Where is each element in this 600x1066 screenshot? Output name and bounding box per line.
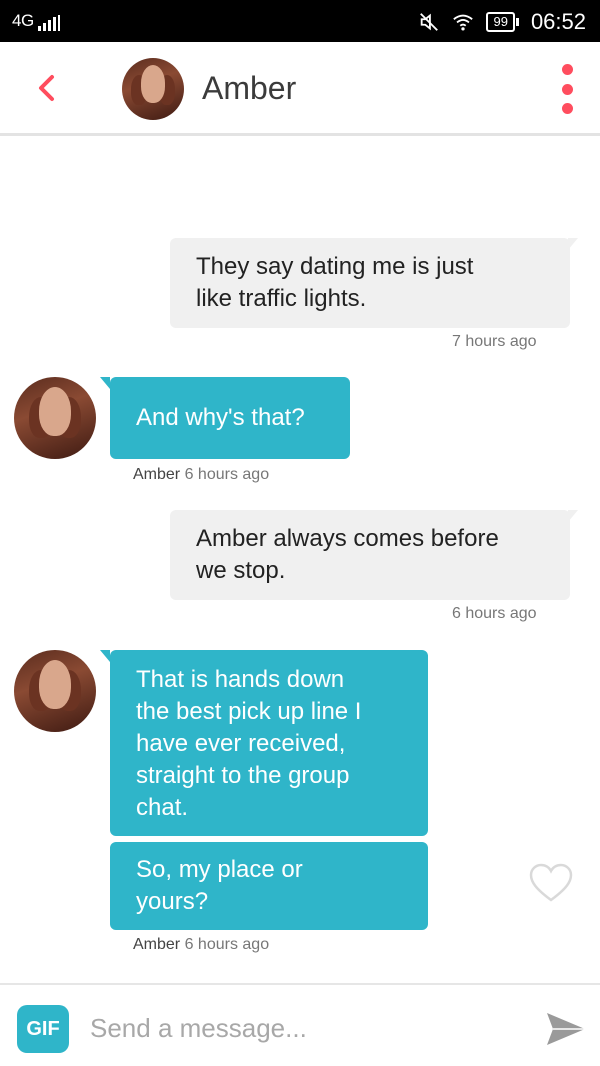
heart-icon[interactable]	[528, 862, 574, 904]
message-line: like traffic lights.	[196, 285, 367, 312]
message-input[interactable]	[90, 1011, 510, 1045]
gif-button[interactable]: GIF	[17, 1005, 69, 1053]
outgoing-message[interactable]: Amber always comes before we stop.	[170, 510, 578, 600]
message-timestamp: 6 hours ago	[184, 936, 270, 953]
clock: 06:52	[530, 9, 586, 34]
message-meta: Amber 6 hours ago	[133, 936, 269, 954]
message-composer: GIF	[0, 983, 600, 1066]
battery-level: 99	[486, 12, 515, 32]
message-timestamp: 6 hours ago	[452, 605, 537, 622]
incoming-message[interactable]: So, my place or yours?	[110, 842, 428, 930]
contact-avatar[interactable]	[122, 58, 184, 120]
message-line: And why's that?	[136, 404, 305, 431]
outgoing-message[interactable]: They say dating me is just like traffic …	[170, 238, 578, 328]
message-line: yours?	[136, 888, 209, 915]
message-line: chat.	[136, 794, 189, 821]
more-menu-icon[interactable]	[555, 64, 579, 114]
wifi-icon	[453, 14, 474, 31]
message-line: straight to the group	[136, 762, 350, 789]
network-type: 4G	[12, 11, 34, 30]
sender-avatar[interactable]	[14, 377, 96, 459]
send-icon[interactable]	[544, 1009, 588, 1049]
message-timestamp: 7 hours ago	[452, 333, 537, 350]
message-line: we stop.	[196, 557, 286, 584]
message-line: have ever received,	[136, 730, 346, 757]
contact-name[interactable]: Amber	[202, 70, 296, 107]
chat-header: Amber	[0, 42, 600, 136]
incoming-message[interactable]: And why's that?	[100, 377, 350, 459]
network-indicator: 4G	[12, 11, 60, 31]
battery-icon: 99	[486, 12, 519, 32]
message-line: So, my place or	[136, 856, 303, 883]
message-meta: Amber 6 hours ago	[133, 466, 269, 484]
message-line: That is hands down	[136, 666, 345, 693]
message-timestamp: 6 hours ago	[184, 466, 270, 483]
message-line: the best pick up line I	[136, 698, 362, 725]
sender-avatar[interactable]	[14, 650, 96, 732]
mute-icon	[420, 13, 439, 31]
status-bar: 4G 99 06:52	[0, 0, 600, 42]
back-chevron-icon[interactable]	[28, 68, 68, 108]
signal-icon	[37, 15, 60, 31]
sender-name: Amber	[133, 936, 181, 953]
message-line: Amber always comes before	[196, 525, 499, 552]
sender-name: Amber	[133, 466, 181, 483]
incoming-message[interactable]: That is hands down the best pick up line…	[100, 650, 428, 836]
message-line: They say dating me is just	[196, 253, 474, 280]
